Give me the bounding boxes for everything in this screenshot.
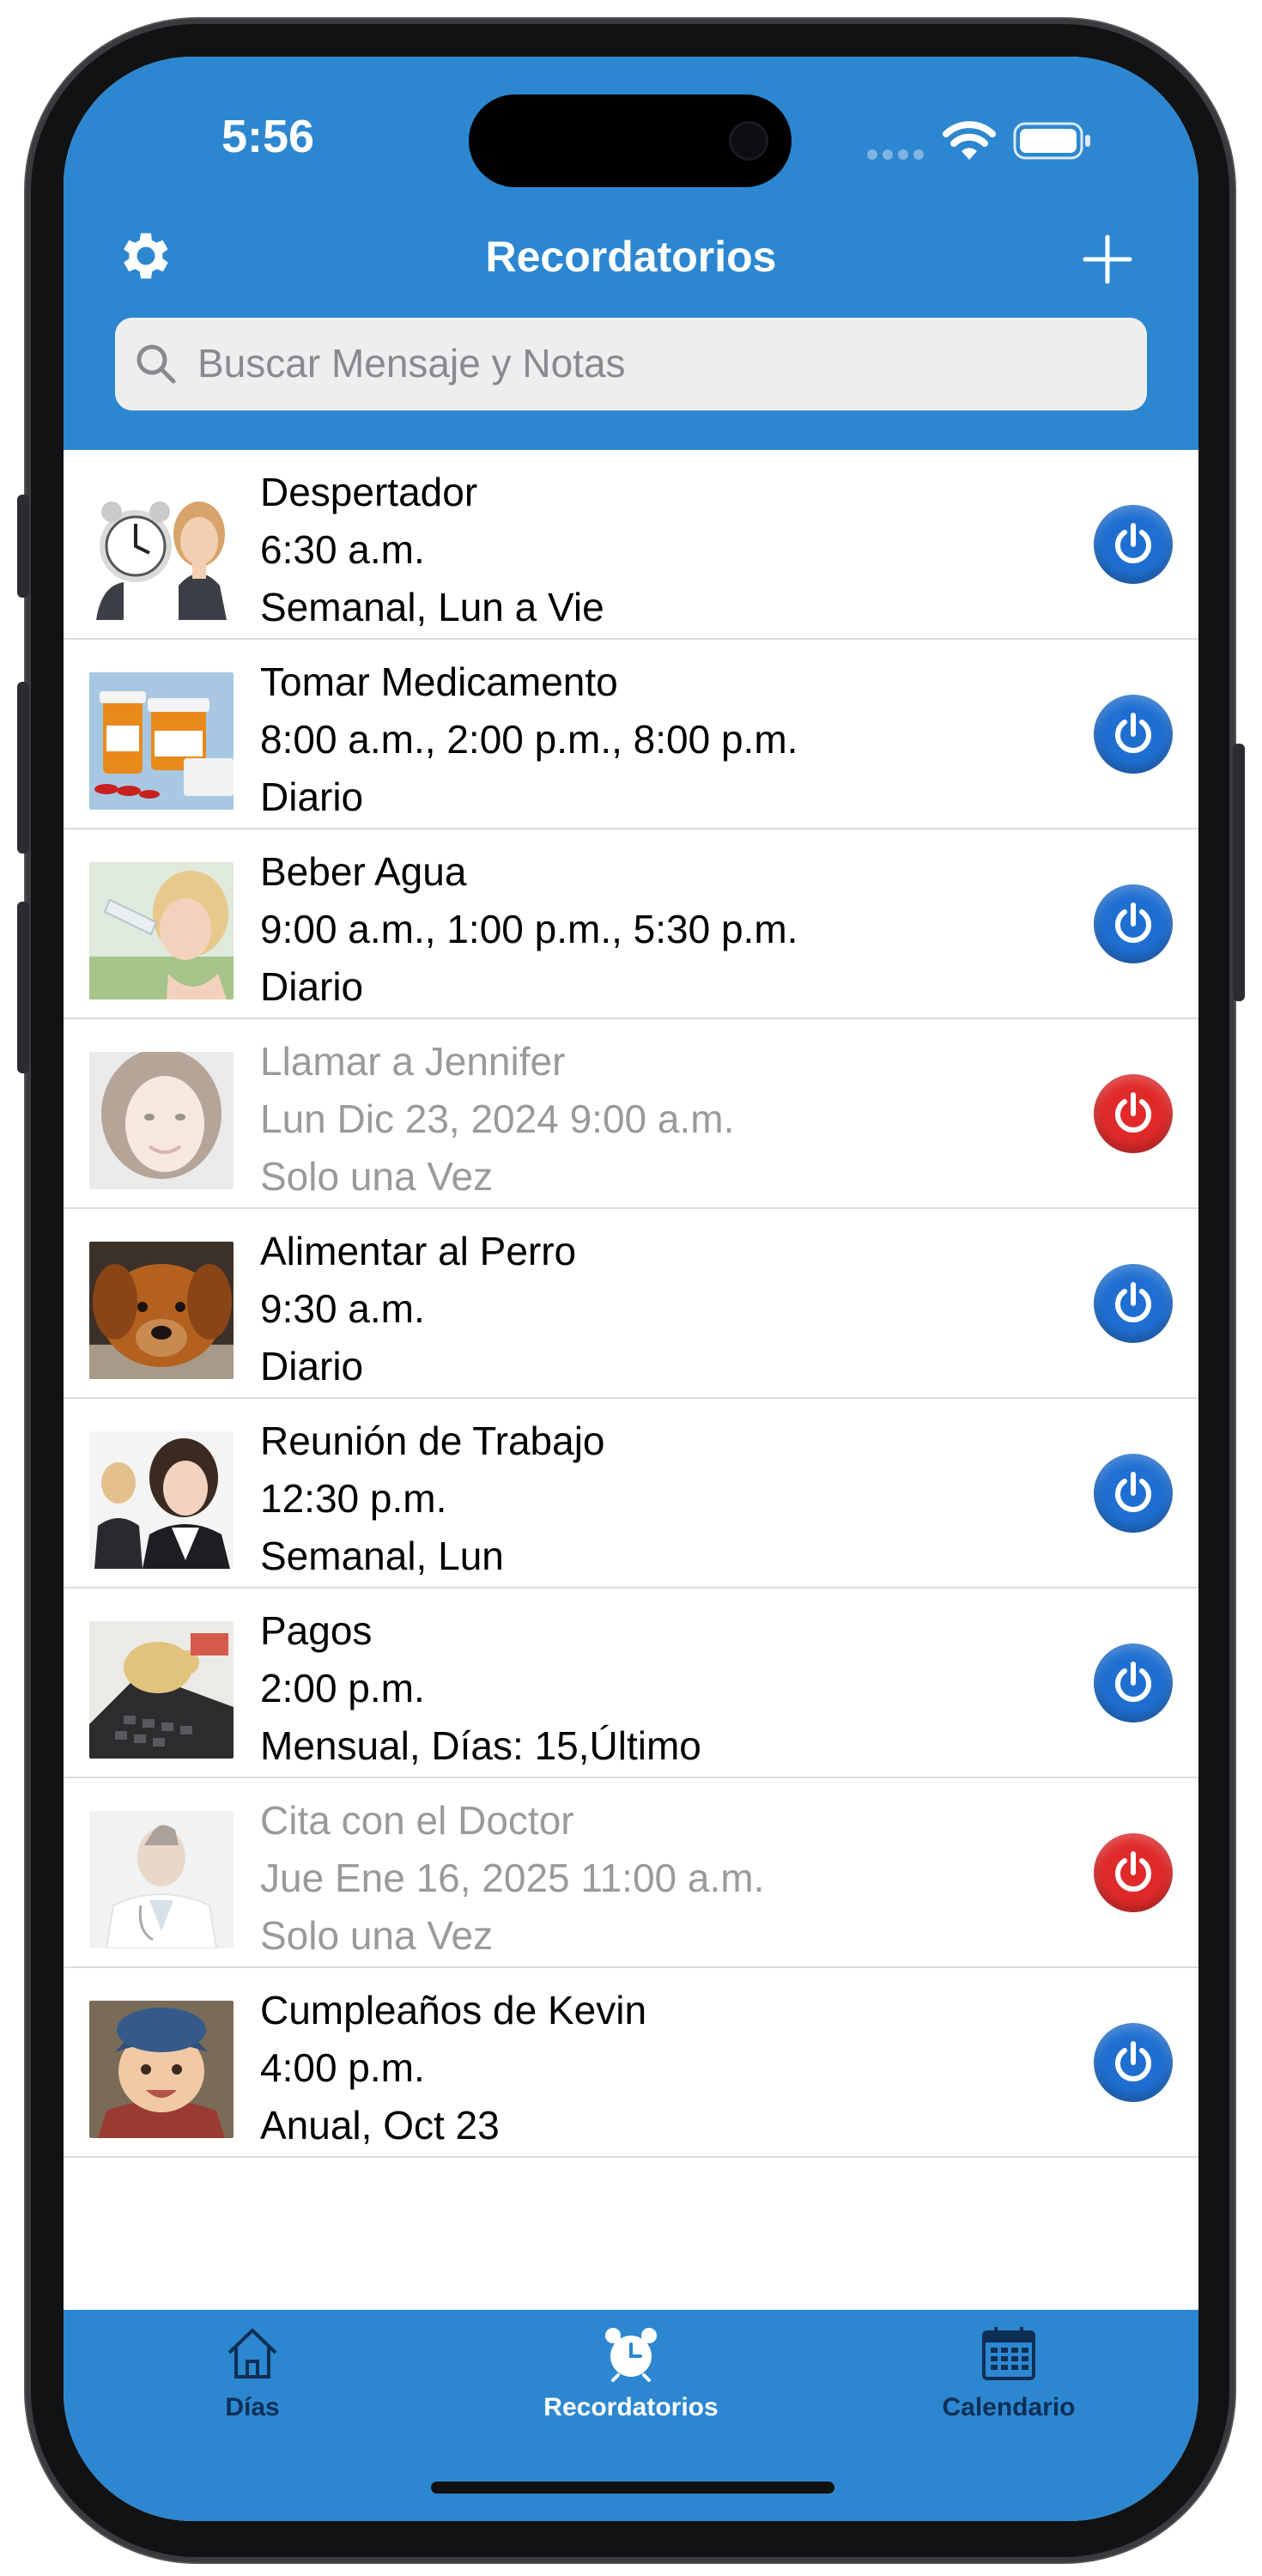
power-toggle-button[interactable] (1094, 1643, 1173, 1722)
tab-label: Recordatorios (543, 2393, 719, 2421)
wifi-icon (943, 121, 996, 160)
reminder-row[interactable]: Reunión de Trabajo 12:30 p.m. Semanal, L… (64, 1399, 1198, 1589)
app-header: 5:56 Recordatorios Buscar Mensaje y Nota… (64, 57, 1198, 450)
reminder-row[interactable]: Cumpleaños de Kevin 4:00 p.m. Anual, Oct… (64, 1968, 1198, 2158)
power-toggle-button[interactable] (1094, 505, 1173, 584)
reminder-title: Llamar a Jennifer (260, 1039, 566, 1084)
doctor-image (89, 1811, 234, 1948)
power-toggle-button[interactable] (1094, 1833, 1173, 1912)
reminder-time: 12:30 p.m. (260, 1476, 447, 1521)
power-toggle-button[interactable] (1094, 884, 1173, 963)
alarm-clock-icon (605, 2328, 657, 2382)
reminder-row[interactable]: Cita con el Doctor Jue Ene 16, 2025 11:0… (64, 1778, 1198, 1968)
power-toggle-button[interactable] (1094, 1264, 1173, 1343)
reminder-repeat: Mensual, Días: 15,Último (260, 1723, 701, 1768)
power-toggle-button[interactable] (1094, 1454, 1173, 1533)
reminder-repeat: Diario (260, 964, 364, 1009)
reminder-time: 9:00 a.m., 1:00 p.m., 5:30 p.m. (260, 907, 798, 951)
pill-bottles-image (89, 672, 234, 810)
page-title: Recordatorios (485, 233, 777, 281)
reminder-title: Pagos (260, 1608, 373, 1653)
reminder-time: 8:00 a.m., 2:00 p.m., 8:00 p.m. (260, 717, 798, 762)
reminder-repeat: Diario (260, 775, 364, 819)
dynamic-island (469, 94, 792, 187)
reminder-list: Despertador 6:30 a.m. Semanal, Lun a Vie… (64, 450, 1198, 2158)
piggy-bank-calculator-image (89, 1621, 234, 1759)
business-team-image (89, 1431, 234, 1569)
tab-label: Días (225, 2393, 280, 2421)
reminder-title: Despertador (260, 470, 478, 514)
side-button (1233, 744, 1245, 1001)
power-icon (1115, 1662, 1151, 1702)
reminder-time: 6:30 a.m. (260, 527, 425, 572)
reminder-title: Cita con el Doctor (260, 1798, 574, 1843)
reminder-time: 4:00 p.m. (260, 2045, 425, 2090)
reminder-row[interactable]: Pagos 2:00 p.m. Mensual, Días: 15,Último (64, 1589, 1198, 1778)
status-time: 5:56 (221, 111, 315, 162)
volume-down-button (17, 902, 29, 1073)
dog-image (89, 1242, 234, 1379)
reminder-repeat: Semanal, Lun a Vie (260, 585, 604, 629)
reminder-time: Lun Dic 23, 2024 9:00 a.m. (260, 1097, 735, 1141)
reminder-time: Jue Ene 16, 2025 11:00 a.m. (260, 1856, 765, 1900)
plus-icon[interactable] (1082, 234, 1133, 285)
power-icon (1115, 523, 1151, 563)
reminder-row[interactable]: Tomar Medicamento 8:00 a.m., 2:00 p.m., … (64, 640, 1198, 829)
reminder-row[interactable]: Llamar a Jennifer Lun Dic 23, 2024 9:00 … (64, 1019, 1198, 1209)
reminder-title: Reunión de Trabajo (260, 1419, 605, 1463)
reminder-repeat: Solo una Vez (260, 1154, 494, 1199)
power-icon (1115, 1851, 1151, 1892)
reminder-row[interactable]: Beber Agua 9:00 a.m., 1:00 p.m., 5:30 p.… (64, 829, 1198, 1019)
home-indicator[interactable] (431, 2482, 834, 2494)
screen: 5:56 Recordatorios Buscar Mensaje y Nota… (64, 57, 1198, 2521)
reminder-row[interactable]: Alimentar al Perro 9:30 a.m. Diario (64, 1209, 1198, 1399)
action-button (17, 495, 29, 598)
smiling-woman-image (89, 1052, 234, 1189)
reminder-repeat: Solo una Vez (260, 1913, 494, 1958)
reminder-repeat: Semanal, Lun (260, 1534, 504, 1578)
power-toggle-button[interactable] (1094, 1074, 1173, 1153)
power-toggle-button[interactable] (1094, 695, 1173, 774)
reminder-title: Alimentar al Perro (260, 1229, 577, 1273)
cellular-signal-icon (867, 149, 924, 160)
camera-icon (731, 124, 766, 158)
search-input[interactable]: Buscar Mensaje y Notas (115, 318, 1147, 410)
reminder-title: Tomar Medicamento (260, 659, 618, 704)
reminder-time: 2:00 p.m. (260, 1666, 425, 1710)
reminder-title: Beber Agua (260, 849, 467, 894)
search-placeholder: Buscar Mensaje y Notas (197, 341, 626, 386)
power-icon (1115, 2041, 1151, 2081)
power-toggle-button[interactable] (1094, 2023, 1173, 2102)
reminder-repeat: Diario (260, 1344, 364, 1388)
woman-drinking-water-image (89, 862, 234, 999)
battery-icon (1013, 122, 1090, 160)
volume-up-button (17, 682, 29, 854)
power-icon (1115, 713, 1151, 753)
power-icon (1115, 1472, 1151, 1512)
baby-image (89, 2001, 234, 2138)
house-icon (228, 2329, 277, 2379)
reminder-repeat: Anual, Oct 23 (260, 2103, 500, 2148)
power-icon (1115, 1092, 1151, 1133)
tab-recordatorios[interactable]: Recordatorios (502, 2324, 760, 2422)
tab-label: Calendario (942, 2393, 1076, 2421)
tab-calendario[interactable]: Calendario (880, 2324, 1138, 2422)
tab-dias[interactable]: Días (124, 2324, 381, 2422)
power-icon (1115, 1282, 1151, 1322)
reminder-time: 9:30 a.m. (260, 1286, 425, 1331)
search-icon (137, 344, 176, 384)
power-icon (1115, 902, 1151, 943)
alarm-clock-woman-image (89, 483, 234, 620)
reminder-title: Cumpleaños de Kevin (260, 1988, 647, 2032)
reminder-row[interactable]: Despertador 6:30 a.m. Semanal, Lun a Vie (64, 450, 1198, 640)
calendar-icon (982, 2327, 1035, 2380)
